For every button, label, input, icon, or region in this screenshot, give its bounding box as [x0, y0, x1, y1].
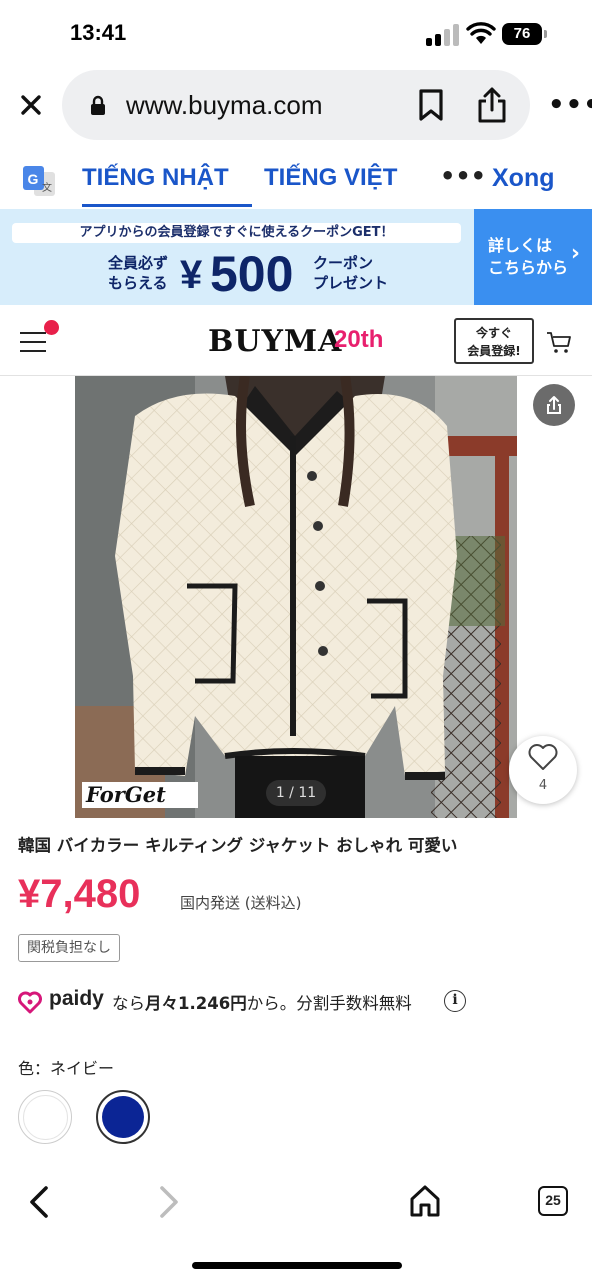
banner-right-text: クーポン プレゼント [313, 254, 389, 292]
url-text[interactable]: www.buyma.com [126, 90, 323, 121]
app-coupon-banner[interactable]: アプリからの会員登録ですぐに使えるクーポンGET！ 全員必ず もらえる ¥ 500… [0, 209, 592, 305]
battery-indicator: 76 [502, 23, 547, 45]
browser-toolbar: www.buyma.com ••• [0, 68, 592, 140]
favorite-count: 4 [538, 778, 548, 793]
paidy-logo-icon [18, 991, 42, 1014]
home-icon[interactable] [408, 1184, 442, 1218]
close-icon[interactable] [16, 90, 46, 120]
notification-dot [44, 320, 59, 335]
translate-more-icon[interactable]: ••• [440, 162, 486, 190]
status-bar: 13:41 76 [0, 0, 592, 64]
tab-source-language[interactable]: TIẾNG NHẬT [82, 164, 229, 192]
translate-done-button[interactable]: Xong [492, 164, 555, 193]
google-translate-icon[interactable]: G 文 [22, 164, 56, 198]
heart-icon [528, 744, 558, 770]
info-icon[interactable]: i [444, 990, 466, 1012]
share-icon [547, 396, 561, 414]
register-button[interactable]: 今すぐ 会員登録! [454, 318, 534, 364]
banner-amount: 500 [210, 246, 294, 302]
color-swatch-navy[interactable] [96, 1090, 150, 1144]
favorite-button[interactable]: 4 [509, 736, 577, 804]
site-header: BUYMA 20th 今すぐ 会員登録! [0, 306, 592, 376]
svg-text:G: G [28, 171, 39, 187]
home-indicator [192, 1262, 402, 1269]
banner-left-text: 全員必ず もらえる [108, 254, 169, 292]
duty-free-badge: 関税負担なし [18, 934, 120, 962]
watermark-text: ForGet [82, 782, 198, 808]
product-title: 韓国 バイカラー キルティング ジャケット おしゃれ 可愛い [18, 836, 458, 855]
address-bar[interactable]: www.buyma.com [62, 70, 530, 140]
hamburger-menu-icon[interactable] [20, 320, 59, 352]
wifi-icon [466, 22, 496, 44]
cart-icon[interactable] [546, 330, 572, 354]
tabs-button[interactable]: 25 [538, 1186, 568, 1216]
svg-text:文: 文 [42, 181, 52, 194]
more-menu-icon[interactable]: ••• [548, 90, 592, 120]
paidy-installment-text: なら月々1.246円から。分割手数料無料 [112, 994, 412, 1013]
jacket-photo [75, 376, 517, 818]
paidy-logo: paidy [49, 987, 104, 1010]
browser-bottom-bar: 25 [0, 1166, 592, 1280]
bookmark-icon[interactable] [416, 88, 446, 122]
anniversary-badge: 20th [334, 326, 384, 353]
forward-arrow-icon[interactable] [154, 1184, 182, 1220]
banner-details-button[interactable]: 詳しくは こちらから › [474, 209, 592, 305]
lock-icon [91, 95, 105, 115]
banner-headline: アプリからの会員登録ですぐに使えるクーポンGET！ [12, 223, 461, 243]
image-counter: 1 / 11 [266, 780, 326, 806]
tab-target-language[interactable]: TIẾNG VIỆT [264, 164, 397, 192]
product-price: ¥7,480 [18, 872, 141, 916]
back-arrow-icon[interactable] [26, 1184, 54, 1220]
color-label: 色：ネイビー [18, 1059, 115, 1078]
banner-currency: ¥ [180, 253, 203, 297]
share-icon[interactable] [476, 86, 508, 124]
buyma-logo[interactable]: BUYMA [208, 324, 342, 359]
status-time: 13:41 [70, 20, 127, 45]
cellular-signal-icon [426, 24, 460, 46]
chevron-right-icon: › [570, 241, 580, 266]
share-product-button[interactable] [533, 384, 575, 426]
color-swatch-white[interactable] [18, 1090, 72, 1144]
product-image[interactable]: ForGet 1 / 11 [75, 376, 517, 818]
active-tab-underline [82, 204, 252, 207]
shipping-info: 国内発送 (送料込) [180, 894, 302, 912]
translate-bar: G 文 TIẾNG NHẬT TIẾNG VIỆT ••• Xong [0, 150, 592, 208]
